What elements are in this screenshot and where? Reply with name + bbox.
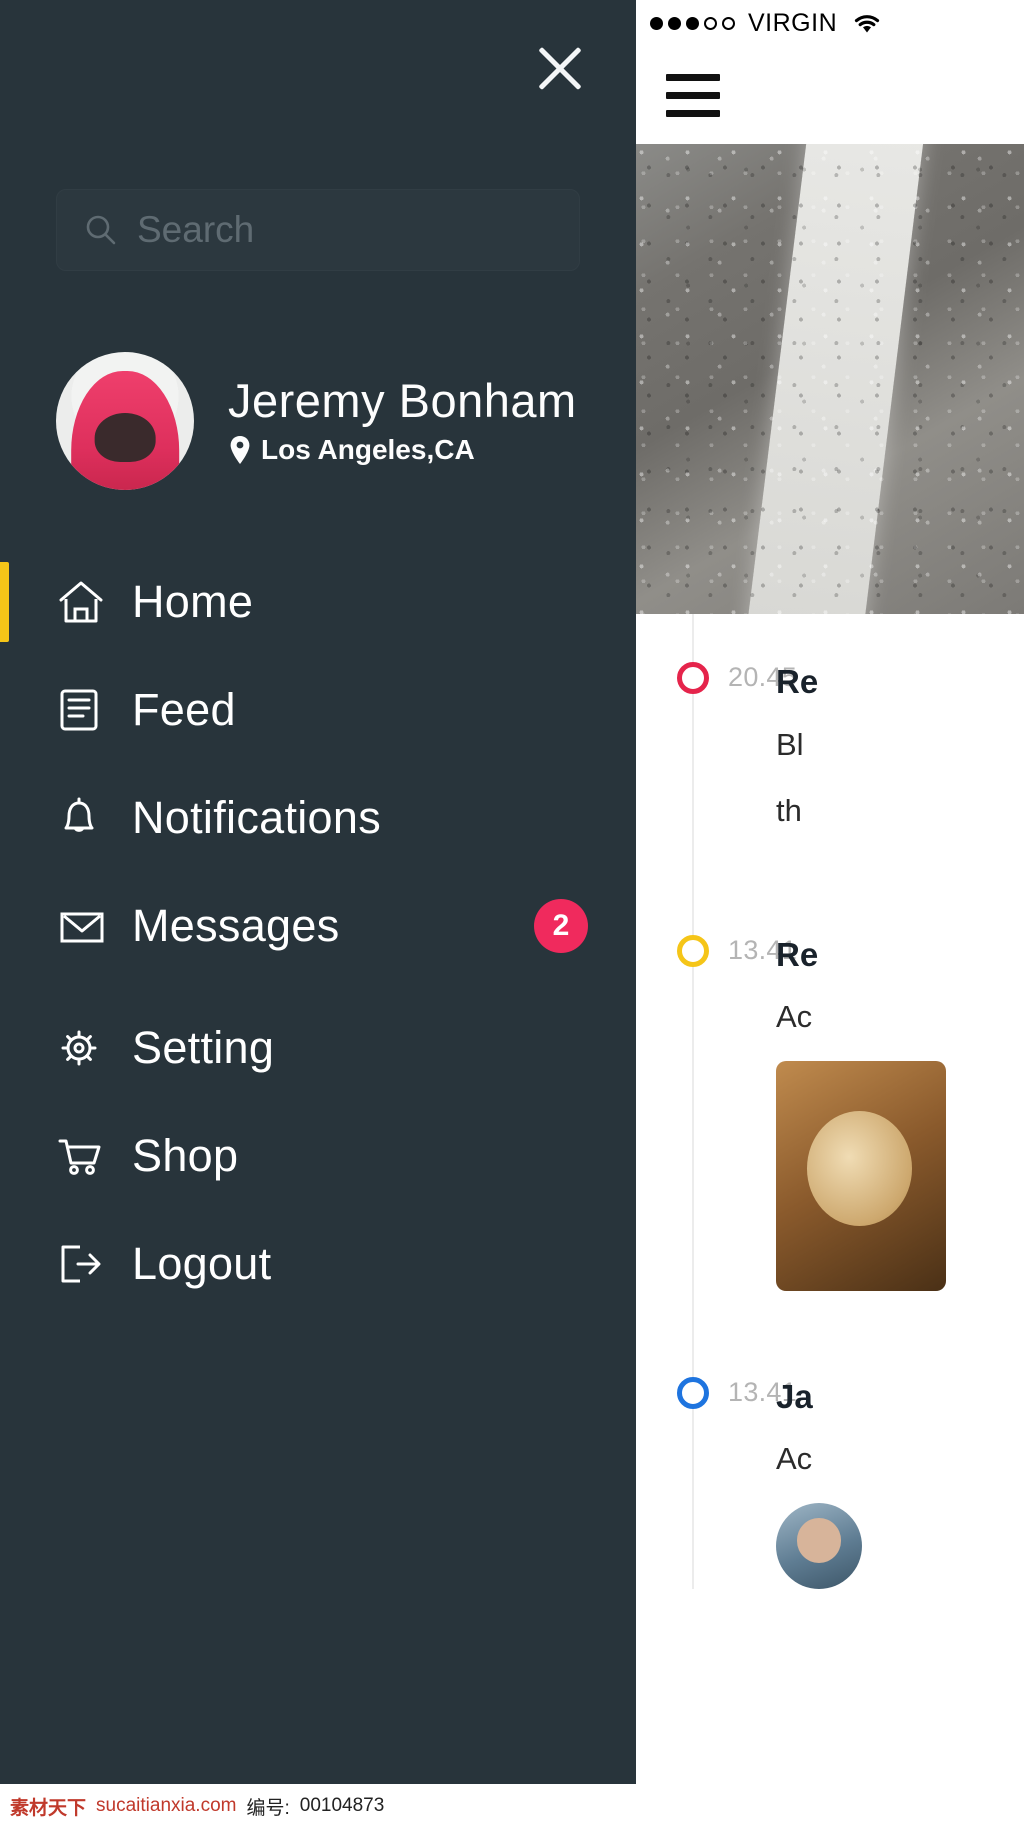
sidebar-item-messages[interactable]: Messages 2 [0, 872, 636, 980]
profile-section[interactable]: Jeremy Bonham Los Angeles,CA [56, 352, 577, 490]
sidebar-item-logout[interactable]: Logout [0, 1210, 636, 1318]
sidebar-item-notifications[interactable]: Notifications [0, 764, 636, 872]
timeline-marker-icon [677, 1376, 709, 1409]
hero-image [636, 144, 1024, 614]
timeline-thumbnail[interactable] [776, 1060, 946, 1291]
gear-icon [56, 1024, 112, 1072]
sidebar-item-home[interactable]: Home [0, 548, 636, 656]
signal-strength-icon [650, 16, 735, 30]
close-icon[interactable] [532, 40, 588, 96]
timeline-list: 20.45 Re Bl th 13.41 Re Ac 13.41 Ja Ac [636, 614, 1024, 1589]
nav-menu: Home Feed Notifications Messages 2 Setti… [0, 548, 636, 1318]
timeline-avatar [776, 1502, 862, 1589]
timeline-body: Ja Ac [756, 1377, 862, 1589]
envelope-icon [56, 902, 112, 950]
sidebar-item-setting[interactable]: Setting [0, 994, 636, 1102]
user-location: Los Angeles,CA [228, 434, 577, 466]
timeline-body: Re Bl th [756, 662, 818, 835]
watermark-site: sucaitianxia.com [96, 1795, 237, 1816]
navigation-drawer: Search Jeremy Bonham Los Angeles,CA Home… [0, 0, 636, 1828]
timeline-text: Bl [776, 726, 804, 762]
sidebar-item-shop[interactable]: Shop [0, 1102, 636, 1210]
sidebar-item-label: Notifications [132, 792, 382, 843]
sidebar-item-label: Setting [132, 1022, 275, 1073]
timeline-entry[interactable]: 13.41 Ja Ac [636, 1376, 1024, 1589]
watermark-id: 00104873 [299, 1795, 385, 1816]
map-pin-icon [230, 435, 250, 464]
timeline-title: Ja [776, 1377, 813, 1415]
watermark-label: 编号: [246, 1797, 290, 1819]
timeline-text-line2: th [776, 793, 802, 829]
timeline-text: Ac [776, 1441, 813, 1477]
timeline-entry[interactable]: 13.41 Re Ac [636, 934, 1024, 1291]
bell-icon [56, 794, 112, 842]
user-name: Jeremy Bonham [228, 373, 577, 427]
timeline-entry[interactable]: 20.45 Re Bl th [636, 662, 1024, 835]
status-bar: VIRGIN [636, 0, 1024, 46]
user-location-label: Los Angeles,CA [261, 433, 475, 465]
timeline-marker-icon [677, 662, 709, 694]
watermark: 素材天下 sucaitianxia.com 编号: 00104873 [0, 1784, 1024, 1828]
status-badge: 2 [534, 899, 588, 953]
shopping-cart-icon [56, 1132, 112, 1180]
logout-icon [56, 1240, 112, 1288]
search-icon [86, 215, 116, 245]
app-header [636, 46, 1024, 144]
sidebar-item-label: Logout [132, 1238, 272, 1289]
watermark-brand: 素材天下 [10, 1797, 87, 1819]
timeline-text: Ac [776, 999, 813, 1035]
sidebar-item-label: Shop [132, 1130, 239, 1181]
timeline-title: Re [776, 663, 819, 700]
profile-meta: Jeremy Bonham Los Angeles,CA [228, 377, 577, 466]
timeline-body: Re Ac [756, 935, 946, 1291]
carrier-name: VIRGIN [748, 8, 838, 37]
search-placeholder: Search [137, 209, 255, 250]
screenshot-root: VIRGIN 20.45 Re Bl th 13.41 Re Ac 13.41 … [0, 0, 1024, 1828]
avatar [56, 352, 194, 490]
search-input[interactable]: Search [56, 189, 580, 271]
app-screen: VIRGIN 20.45 Re Bl th 13.41 Re Ac 13.41 … [636, 0, 1024, 1828]
hamburger-icon[interactable] [666, 73, 720, 117]
wifi-icon [852, 11, 882, 35]
home-icon [56, 578, 112, 626]
sidebar-item-label: Home [132, 576, 254, 627]
timeline-marker-icon [677, 934, 709, 967]
active-indicator [0, 562, 9, 642]
feed-icon [56, 686, 112, 734]
sidebar-item-feed[interactable]: Feed [0, 656, 636, 764]
timeline-title: Re [776, 935, 819, 973]
sidebar-item-label: Feed [132, 684, 236, 735]
sidebar-item-label: Messages [132, 900, 340, 951]
